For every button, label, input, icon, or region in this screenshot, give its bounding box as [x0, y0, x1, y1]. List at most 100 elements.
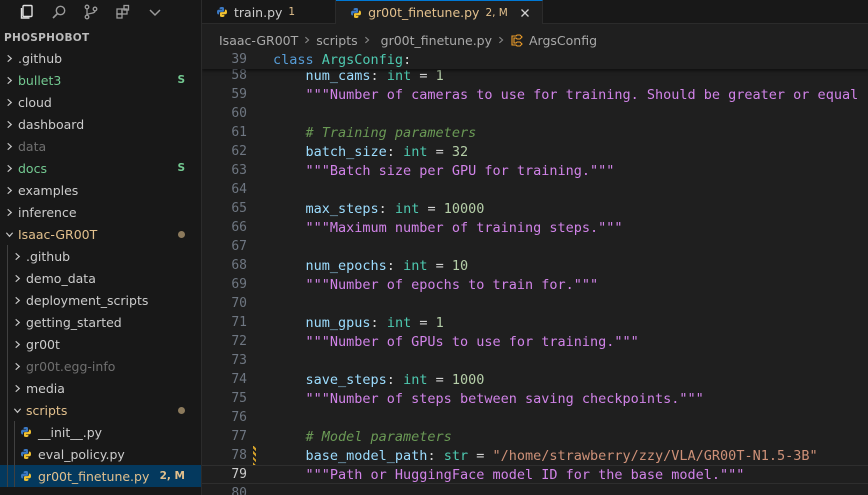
code-line-70[interactable]: 70 [202, 294, 868, 313]
modified-dot [178, 406, 185, 414]
code-text: num_gpus: int = 1 [305, 314, 444, 331]
breadcrumb: Isaac-GR00T scripts gr00t_finetune.py ArgsC… [202, 30, 868, 56]
breadcrumb-item[interactable]: scripts [316, 33, 357, 48]
code-text: """Maximum number of training steps.""" [305, 219, 623, 236]
code-line-59[interactable]: 59 """Number of cameras to use for train… [202, 85, 868, 104]
code-line-71[interactable]: 71 num_gpus: int = 1 [202, 313, 868, 332]
files-icon[interactable] [18, 3, 36, 21]
code-line-75[interactable]: 75 """Number of steps between saving che… [202, 389, 868, 408]
indent-guide [7, 267, 8, 289]
tree-item-gr00t-finetune-py[interactable]: gr00t_finetune.py 2, M [0, 465, 201, 487]
class-symbol-icon [510, 33, 524, 47]
chevron-down-icon [12, 405, 22, 415]
code-line-78[interactable]: 78 base_model_path: str = "/home/strawbe… [202, 446, 868, 465]
line-number: 61 [231, 125, 247, 140]
tree-item-label: getting_started [26, 314, 122, 330]
line-number: 63 [231, 163, 247, 178]
code-text: base_model_path: str = "/home/strawberry… [305, 447, 818, 464]
tree-item-init-py[interactable]: __init__.py [0, 421, 201, 443]
code-line-63[interactable]: 63 """Batch size per GPU for training.""… [202, 161, 868, 180]
code-line-80[interactable]: 80 [202, 484, 868, 495]
tree-item-media[interactable]: media [0, 377, 201, 399]
line-number: 66 [231, 220, 247, 235]
extensions-icon[interactable] [114, 3, 132, 21]
tree-item-isaac[interactable]: Isaac-GR00T [0, 223, 201, 245]
chevron-right-icon [4, 207, 14, 217]
tree-item-label: gr00t [26, 336, 60, 352]
code-line-61[interactable]: 61 # Training parameters [202, 123, 868, 142]
line-number: 70 [231, 296, 247, 311]
python-file-icon [20, 470, 32, 482]
tree-item-label: .github [26, 248, 71, 264]
file-tree: .github bullet3 Scloud dashboard data docs Sex… [0, 47, 201, 487]
tab-problem-badge: 2, M [485, 6, 508, 19]
tree-item-deployment-scripts[interactable]: deployment_scripts [0, 289, 201, 311]
tree-item-cloud[interactable]: cloud [0, 91, 201, 113]
code-line-67[interactable]: 67 [202, 237, 868, 256]
activity-bar [0, 0, 201, 24]
tree-item-github[interactable]: .github [0, 47, 201, 69]
tree-item-scripts[interactable]: scripts [0, 399, 201, 421]
tree-item-eval-policy-py[interactable]: eval_policy.py [0, 443, 201, 465]
chevron-right-icon [12, 251, 22, 261]
code-line-60[interactable]: 60 [202, 104, 868, 123]
tree-item-label: media [26, 380, 65, 396]
code-line-65[interactable]: 65 max_steps: int = 10000 [202, 199, 868, 218]
indent-guide [7, 333, 8, 355]
code-text: """Number of steps between saving checkp… [305, 390, 704, 407]
tree-item-isaac-github[interactable]: .github [0, 245, 201, 267]
line-number: 80 [231, 486, 247, 495]
tree-item-dashboard[interactable]: dashboard [0, 113, 201, 135]
line-number: 67 [231, 239, 247, 254]
code-line-74[interactable]: 74 save_steps: int = 1000 [202, 370, 868, 389]
tree-item-data[interactable]: data [0, 135, 201, 157]
tab-gr00t-finetune-py[interactable]: gr00t_finetune.py 2, M [336, 0, 543, 24]
code-line-66[interactable]: 66 """Maximum number of training steps."… [202, 218, 868, 237]
code-line-73[interactable]: 73 [202, 351, 868, 370]
indent-guide [7, 421, 8, 443]
code-line-68[interactable]: 68 num_epochs: int = 10 [202, 256, 868, 275]
chevron-right-icon [4, 53, 14, 63]
tree-item-getting-started[interactable]: getting_started [0, 311, 201, 333]
line-number: 78 [231, 448, 247, 463]
search-icon[interactable] [50, 3, 68, 21]
breadcrumb-item[interactable]: ArgsConfig [529, 33, 597, 48]
tree-item-label: demo_data [26, 270, 96, 286]
tab-label: gr00t_finetune.py [368, 5, 480, 20]
tab-train-py[interactable]: train.py 1 [202, 0, 337, 24]
code-editor[interactable]: 39 class ArgsConfig: 58 num_cams: int = 15… [202, 50, 868, 495]
source-control-icon[interactable] [82, 3, 100, 21]
code-line-76[interactable]: 76 [202, 408, 868, 427]
tree-item-demo-data[interactable]: demo_data [0, 267, 201, 289]
tree-item-examples[interactable]: examples [0, 179, 201, 201]
tree-item-inference[interactable]: inference [0, 201, 201, 223]
tree-item-gr00t-egg-info[interactable]: gr00t.egg-info [0, 355, 201, 377]
code-line-62[interactable]: 62 batch_size: int = 32 [202, 142, 868, 161]
sticky-scroll-header[interactable]: 39 class ArgsConfig: [202, 50, 868, 69]
indent-guide [14, 421, 15, 443]
modified-line-marker [253, 446, 256, 465]
tree-item-bullet3[interactable]: bullet3 S [0, 69, 201, 91]
code-line-79[interactable]: 79 """Path or HuggingFace model ID for t… [202, 465, 868, 484]
indent-guide [7, 245, 8, 267]
code-line-77[interactable]: 77 # Model parameters [202, 427, 868, 446]
tree-item-docs[interactable]: docs S [0, 157, 201, 179]
breadcrumb-item[interactable]: gr00t_finetune.py [381, 33, 492, 48]
line-number: 39 [231, 52, 247, 67]
indent-guide [7, 465, 8, 487]
chevron-down-icon[interactable] [146, 3, 164, 21]
breadcrumb-item[interactable]: Isaac-GR00T [219, 33, 298, 48]
code-line-69[interactable]: 69 """Number of epochs to train for.""" [202, 275, 868, 294]
line-number: 75 [231, 391, 247, 406]
chevron-right-icon [12, 295, 22, 305]
line-number: 73 [231, 353, 247, 368]
code-line-64[interactable]: 64 [202, 180, 868, 199]
line-number: 74 [231, 372, 247, 387]
tree-item-gr00t[interactable]: gr00t [0, 333, 201, 355]
indent-guide [7, 377, 8, 399]
code-line-72[interactable]: 72 """Number of GPUs to use for training… [202, 332, 868, 351]
indent-guide [7, 355, 8, 377]
close-icon[interactable] [518, 6, 532, 20]
tree-item-label: docs [18, 160, 47, 176]
chevron-right-icon [12, 273, 22, 283]
